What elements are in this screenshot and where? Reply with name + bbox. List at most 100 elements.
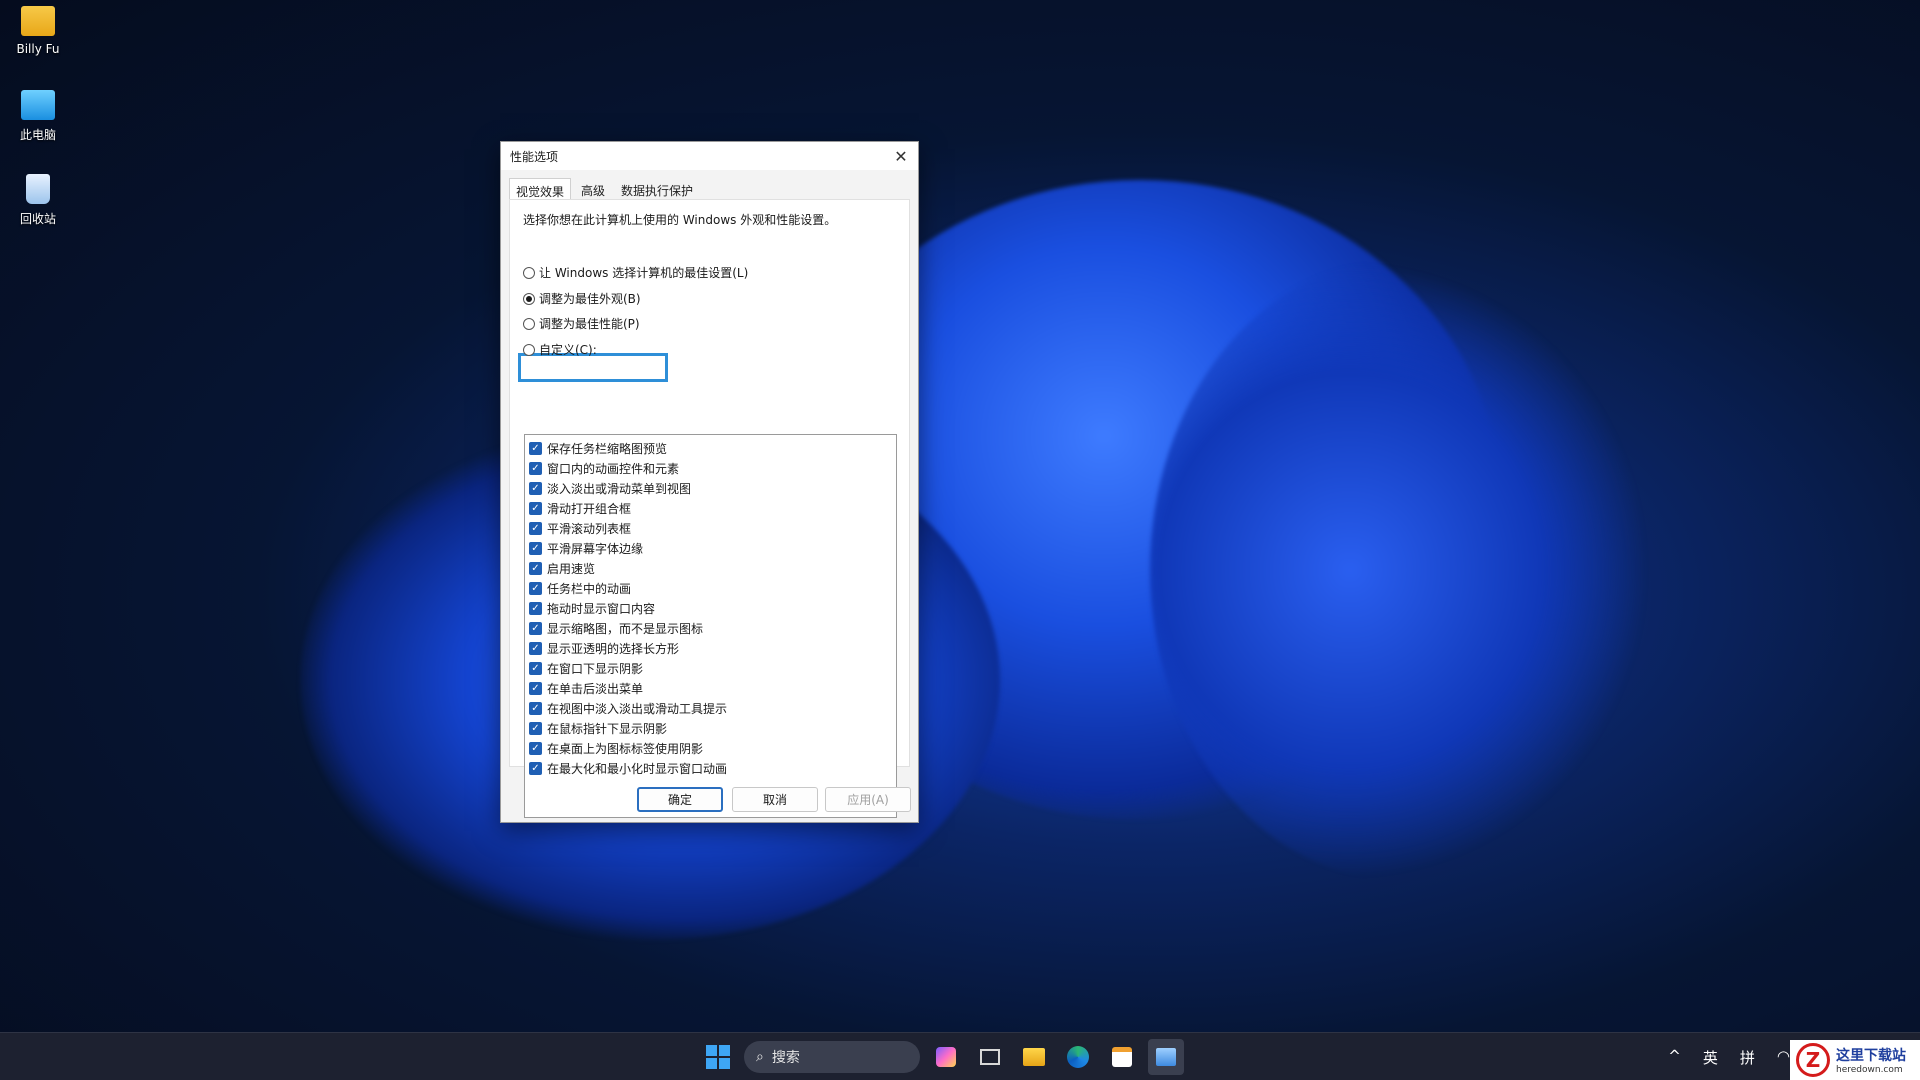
close-button[interactable]: ✕ bbox=[884, 142, 918, 170]
option-best-performance[interactable]: 调整为最佳性能(P) bbox=[523, 315, 640, 332]
effect-label: 在桌面上为图标标签使用阴影 bbox=[547, 741, 704, 756]
checkbox-checked-icon[interactable]: ✓ bbox=[529, 521, 542, 535]
store-icon bbox=[1112, 1047, 1132, 1067]
effect-item[interactable]: ✓ 保存任务栏缩略图预览 bbox=[525, 438, 896, 458]
tab-advanced[interactable]: 高级 bbox=[575, 178, 611, 200]
taskbar: ⌕ 搜索 ^ 英 拼 ◠ Z 这里下载站 heredown.com bbox=[0, 1032, 1920, 1080]
effect-item[interactable]: ✓ 显示亚透明的选择长方形 bbox=[525, 638, 896, 658]
recycle-bin-icon bbox=[26, 174, 50, 204]
system-settings-icon bbox=[1156, 1048, 1176, 1066]
checkbox-checked-icon[interactable]: ✓ bbox=[529, 541, 542, 555]
checkbox-checked-icon[interactable]: ✓ bbox=[529, 741, 542, 755]
radio-button-selected[interactable] bbox=[523, 292, 535, 305]
radio-button[interactable] bbox=[523, 266, 535, 279]
watermark-url: heredown.com bbox=[1836, 1065, 1903, 1075]
ime-mode-indicator[interactable]: 拼 bbox=[1740, 1047, 1755, 1068]
desktop-icon-user-folder[interactable]: Billy Fu bbox=[8, 6, 68, 56]
checkbox-checked-icon[interactable]: ✓ bbox=[529, 601, 542, 615]
tab-visual-effects[interactable]: 视觉效果 bbox=[509, 178, 572, 200]
effect-item[interactable]: ✓ 启用速览 bbox=[525, 558, 896, 578]
computer-icon bbox=[21, 90, 55, 120]
cancel-button[interactable]: 取消 bbox=[732, 787, 818, 812]
effect-item[interactable]: ✓ 平滑屏幕字体边缘 bbox=[525, 538, 896, 558]
checkbox-checked-icon[interactable]: ✓ bbox=[529, 681, 542, 695]
tab-data-execution-prevention[interactable]: 数据执行保护 bbox=[615, 178, 699, 200]
checkbox-checked-icon[interactable]: ✓ bbox=[529, 621, 542, 635]
effect-item[interactable]: ✓ 显示缩略图，而不是显示图标 bbox=[525, 618, 896, 638]
watermark-site-name: 这里下载站 bbox=[1836, 1048, 1906, 1064]
task-view-button[interactable] bbox=[972, 1039, 1008, 1075]
effect-item[interactable]: ✓ 窗口内的动画控件和元素 bbox=[525, 458, 896, 478]
performance-options-dialog: 性能选项 ✕ 视觉效果 高级 数据执行保护 选择你想在此计算机上使用的 Wind… bbox=[500, 141, 919, 823]
desktop-icon-label: Billy Fu bbox=[16, 42, 60, 56]
tab-strip: 视觉效果 高级 数据执行保护 bbox=[501, 170, 918, 200]
taskbar-apps: ⌕ 搜索 bbox=[700, 1039, 1192, 1075]
checkbox-checked-icon[interactable]: ✓ bbox=[529, 721, 542, 735]
effect-item[interactable]: ✓ 在单击后淡出菜单 bbox=[525, 678, 896, 698]
effect-label: 显示缩略图，而不是显示图标 bbox=[547, 621, 704, 636]
checkbox-checked-icon[interactable]: ✓ bbox=[529, 761, 542, 775]
taskbar-search[interactable]: ⌕ 搜索 bbox=[744, 1041, 920, 1073]
checkbox-checked-icon[interactable]: ✓ bbox=[529, 501, 542, 515]
radio-button[interactable] bbox=[523, 317, 535, 330]
effect-item[interactable]: ✓ 淡入淡出或滑动菜单到视图 bbox=[525, 478, 896, 498]
effect-label: 在视图中淡入淡出或滑动工具提示 bbox=[547, 701, 728, 716]
checkbox-checked-icon[interactable]: ✓ bbox=[529, 641, 542, 655]
apply-button[interactable]: 应用(A) bbox=[825, 787, 911, 812]
option-custom[interactable]: 自定义(C): bbox=[523, 341, 597, 358]
dialog-titlebar[interactable]: 性能选项 ✕ bbox=[501, 142, 918, 170]
input-language-indicator[interactable]: 英 bbox=[1703, 1047, 1718, 1068]
windows-logo-icon bbox=[706, 1045, 730, 1069]
radio-button[interactable] bbox=[523, 343, 535, 356]
effect-item[interactable]: ✓ 拖动时显示窗口内容 bbox=[525, 598, 896, 618]
effect-label: 在窗口下显示阴影 bbox=[547, 661, 644, 676]
wifi-icon[interactable]: ◠ bbox=[1777, 1047, 1790, 1068]
performance-options-taskbar-button[interactable] bbox=[1148, 1039, 1184, 1075]
start-button[interactable] bbox=[700, 1039, 736, 1075]
effect-item[interactable]: ✓ 在视图中淡入淡出或滑动工具提示 bbox=[525, 698, 896, 718]
option-label: 自定义(C): bbox=[539, 343, 597, 357]
checkbox-checked-icon[interactable]: ✓ bbox=[529, 441, 542, 455]
desktop-icon-label: 此电脑 bbox=[19, 128, 56, 142]
effect-item[interactable]: ✓ 平滑滚动列表框 bbox=[525, 518, 896, 538]
desktop-icon-this-pc[interactable]: 此电脑 bbox=[8, 90, 68, 143]
effect-label: 滑动打开组合框 bbox=[547, 501, 632, 516]
effect-item[interactable]: ✓ 滑动打开组合框 bbox=[525, 498, 896, 518]
dialog-title: 性能选项 bbox=[510, 149, 559, 164]
effect-label: 显示亚透明的选择长方形 bbox=[547, 641, 680, 656]
checkbox-checked-icon[interactable]: ✓ bbox=[529, 581, 542, 595]
effect-item[interactable]: ✓ 在桌面上为图标标签使用阴影 bbox=[525, 738, 896, 758]
effect-label: 拖动时显示窗口内容 bbox=[547, 601, 656, 616]
file-explorer-button[interactable] bbox=[1016, 1039, 1052, 1075]
effect-item[interactable]: ✓ 在鼠标指针下显示阴影 bbox=[525, 718, 896, 738]
effect-label: 在最大化和最小化时显示窗口动画 bbox=[547, 761, 728, 776]
watermark-logo: Z bbox=[1796, 1043, 1830, 1077]
checkbox-checked-icon[interactable]: ✓ bbox=[529, 701, 542, 715]
edge-button[interactable] bbox=[1060, 1039, 1096, 1075]
widgets-button[interactable] bbox=[928, 1039, 964, 1075]
ok-button[interactable]: 确定 bbox=[637, 787, 723, 812]
effect-item[interactable]: ✓ 在窗口下显示阴影 bbox=[525, 658, 896, 678]
watermark-text: 这里下载站 heredown.com bbox=[1836, 1045, 1906, 1075]
effect-item[interactable]: ✓ 任务栏中的动画 bbox=[525, 578, 896, 598]
effect-label: 平滑屏幕字体边缘 bbox=[547, 541, 644, 556]
effect-label: 启用速览 bbox=[547, 561, 596, 576]
site-watermark: Z 这里下载站 heredown.com bbox=[1790, 1040, 1920, 1080]
option-let-windows-choose[interactable]: 让 Windows 选择计算机的最佳设置(L) bbox=[523, 264, 748, 281]
show-hidden-icons-chevron-icon[interactable]: ^ bbox=[1668, 1047, 1681, 1068]
checkbox-checked-icon[interactable]: ✓ bbox=[529, 561, 542, 575]
desktop-wallpaper bbox=[0, 0, 1920, 1080]
checkbox-checked-icon[interactable]: ✓ bbox=[529, 661, 542, 675]
visual-effects-list[interactable]: ✓ 保存任务栏缩略图预览 ✓ 窗口内的动画控件和元素 ✓ 淡入淡出或滑动菜单到视图 ✓ 滑动打… bbox=[524, 434, 897, 818]
option-best-appearance[interactable]: 调整为最佳外观(B) bbox=[523, 290, 641, 307]
folder-icon bbox=[1023, 1048, 1045, 1066]
checkbox-checked-icon[interactable]: ✓ bbox=[529, 481, 542, 495]
desktop-icon-recycle-bin[interactable]: 回收站 bbox=[8, 174, 68, 227]
effect-label: 在鼠标指针下显示阴影 bbox=[547, 721, 668, 736]
checkbox-checked-icon[interactable]: ✓ bbox=[529, 461, 542, 475]
effect-label: 保存任务栏缩略图预览 bbox=[547, 441, 668, 456]
store-button[interactable] bbox=[1104, 1039, 1140, 1075]
effect-label: 任务栏中的动画 bbox=[547, 581, 632, 596]
effect-item[interactable]: ✓ 在最大化和最小化时显示窗口动画 bbox=[525, 758, 896, 778]
widgets-icon bbox=[936, 1047, 956, 1067]
